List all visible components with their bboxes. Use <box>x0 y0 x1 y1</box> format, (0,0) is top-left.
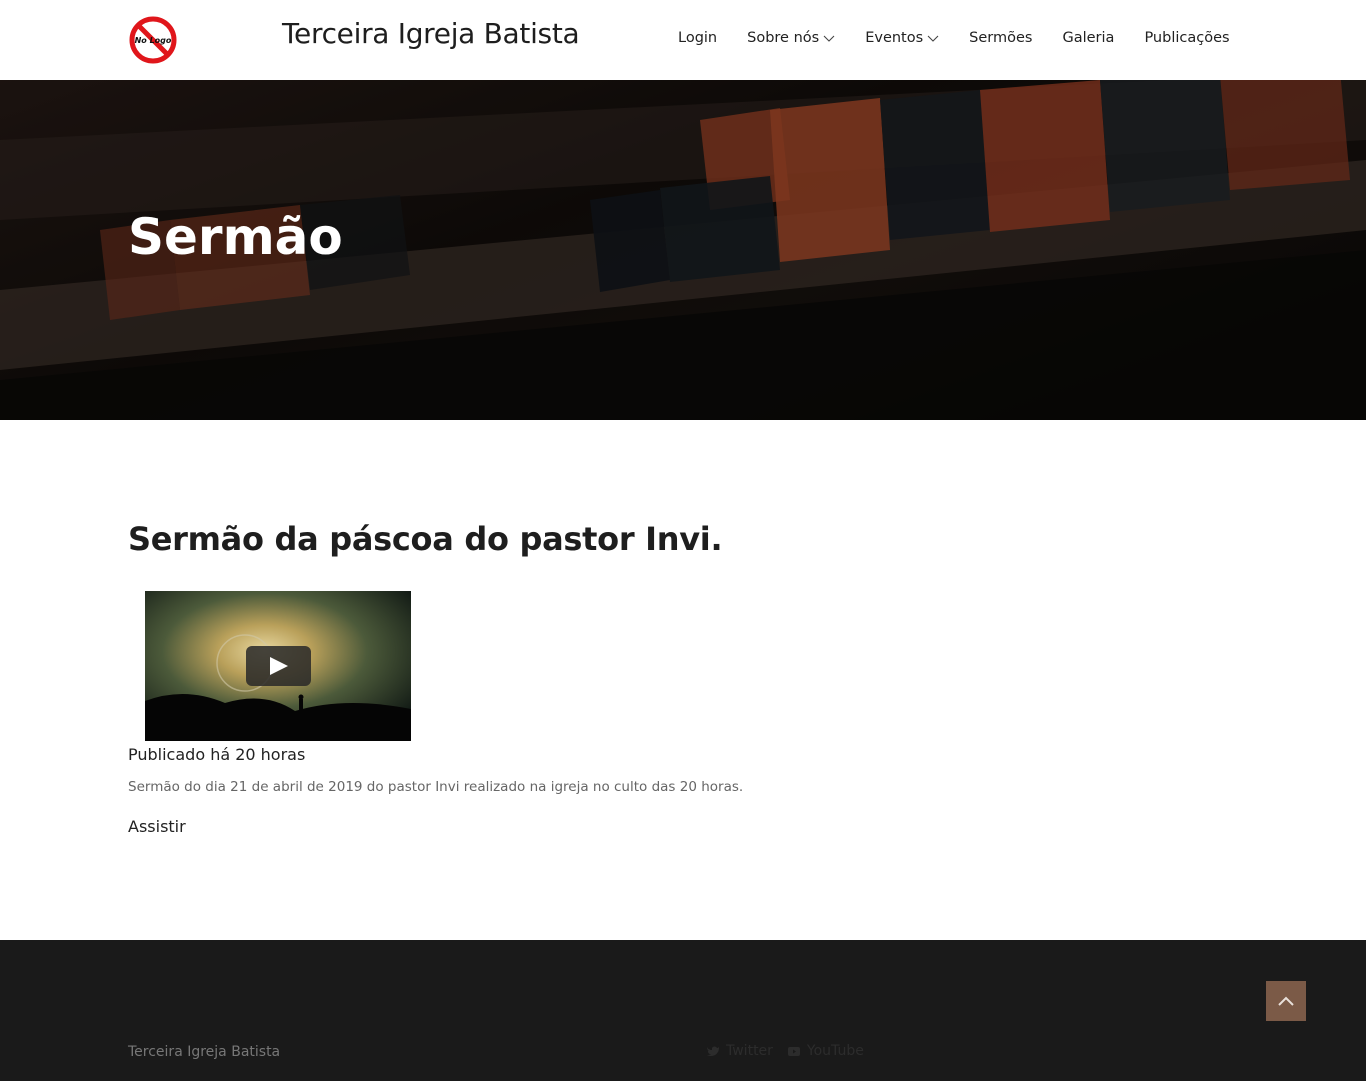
nav-item-eventos[interactable]: Eventos <box>865 30 939 46</box>
logo[interactable]: No Logo <box>128 15 178 65</box>
nav-item-label: Publicações <box>1144 30 1230 46</box>
nav-item-sermoes[interactable]: Sermões <box>969 30 1032 46</box>
site-footer: Terceira Igreja Batista Twitter YouTube <box>0 940 1366 1081</box>
published-time: Publicado há 20 horas <box>128 745 306 764</box>
nav-item-label: Login <box>678 30 718 46</box>
nav-item-label: Sobre nós <box>747 30 820 46</box>
main-nav: Login Sobre nós Eventos Sermões Galeria … <box>678 30 1230 46</box>
site-header: No Logo Terceira Igreja Batista Login So… <box>0 0 1366 80</box>
nav-item-login[interactable]: Login <box>678 30 717 46</box>
page-title: Sermão <box>128 208 343 266</box>
sermon-title: Sermão da páscoa do pastor Invi. <box>128 520 723 558</box>
twitter-link[interactable]: Twitter <box>706 1043 773 1059</box>
youtube-link[interactable]: YouTube <box>787 1043 864 1059</box>
nav-item-galeria[interactable]: Galeria <box>1062 30 1114 46</box>
nav-item-publicacoes[interactable]: Publicações <box>1144 30 1229 46</box>
site-title[interactable]: Terceira Igreja Batista <box>282 17 580 50</box>
video-thumbnail[interactable] <box>145 591 411 741</box>
nav-item-sobre-nos[interactable]: Sobre nós <box>747 30 835 46</box>
twitter-label: Twitter <box>726 1043 773 1059</box>
footer-social: Twitter YouTube <box>706 1043 878 1059</box>
nav-item-label: Galeria <box>1062 30 1115 46</box>
youtube-label: YouTube <box>806 1043 864 1059</box>
hero-banner: Sermão <box>0 80 1366 420</box>
chevron-up-icon <box>1278 996 1294 1006</box>
nav-item-label: Sermões <box>969 30 1033 46</box>
youtube-icon <box>787 1047 800 1056</box>
chevron-down-icon <box>823 35 835 42</box>
sermon-description: Sermão do dia 21 de abril de 2019 do pas… <box>128 779 744 795</box>
play-icon <box>270 657 288 675</box>
chevron-down-icon <box>927 35 939 42</box>
back-to-top-button[interactable] <box>1266 981 1306 1021</box>
nav-item-label: Eventos <box>865 30 924 46</box>
twitter-icon <box>707 1046 719 1057</box>
footer-brand: Terceira Igreja Batista <box>128 1044 281 1060</box>
play-button[interactable] <box>246 646 311 686</box>
logo-text: No Logo <box>135 36 172 45</box>
no-logo-icon: No Logo <box>129 16 177 64</box>
watch-link[interactable]: Assistir <box>128 817 186 836</box>
